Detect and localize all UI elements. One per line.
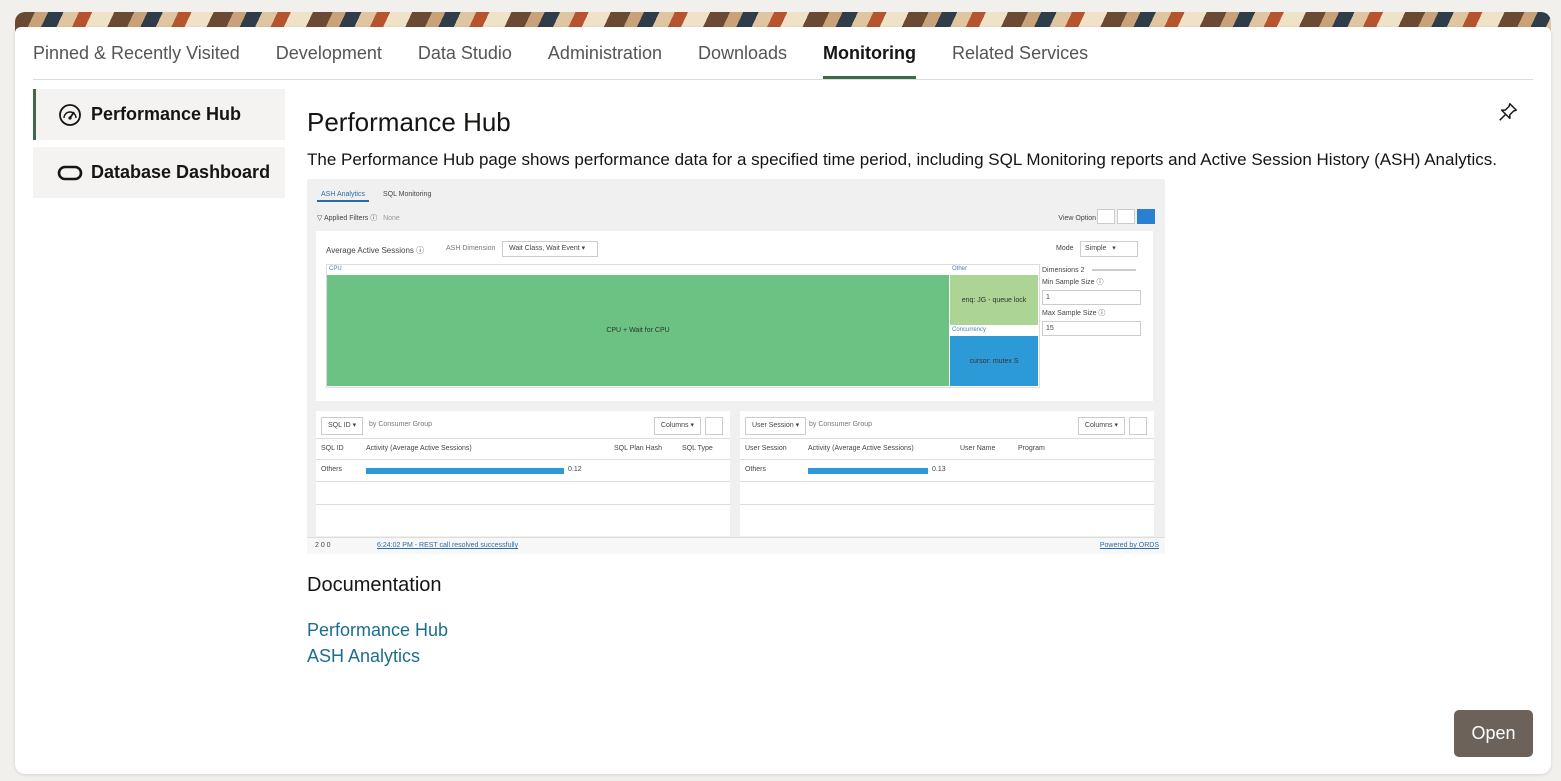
table-row: Others 0.12 — [316, 459, 730, 482]
launchpad-card: Pinned & Recently Visited Development Da… — [15, 27, 1551, 774]
preview-left-selector: SQL ID ▾ — [321, 417, 364, 435]
documentation-heading: Documentation — [307, 574, 442, 596]
preview-view-buttons — [1097, 209, 1155, 224]
main-content: Performance Hub The Performance Hub page… — [307, 89, 1537, 669]
preview-max-sample-text: Max Sample Size — [1042, 310, 1097, 317]
preview-screenshot: ASH Analytics SQL Monitoring ▽ Applied F… — [307, 179, 1165, 554]
open-button[interactable]: Open — [1454, 710, 1533, 757]
row-value: 0.13 — [932, 466, 946, 473]
preview-aas-panel: Average Active Sessions ⓘ ASH Dimension … — [316, 231, 1153, 401]
th: SQL Plan Hash — [614, 445, 662, 452]
preview-max-sample-label: Max Sample Size ⓘ — [1042, 310, 1106, 317]
table-row-empty — [740, 482, 1154, 505]
preview-view-option-label: View Option — [1058, 215, 1097, 222]
preview-min-sample-label: Min Sample Size ⓘ — [1042, 279, 1104, 286]
preview-dimensions-label: Dimensions — [1042, 267, 1079, 274]
th: Activity (Average Active Sessions) — [808, 445, 914, 452]
tab-downloads[interactable]: Downloads — [698, 43, 787, 79]
sidebar-item-label: Performance Hub — [91, 104, 242, 124]
table-row-empty — [316, 482, 730, 505]
preview-left-selector-text: SQL ID — [328, 422, 351, 429]
preview-right-selector: User Session ▾ — [745, 417, 807, 435]
pin-icon[interactable] — [1497, 101, 1521, 125]
preview-right-selector-text: User Session — [752, 422, 794, 429]
tab-development[interactable]: Development — [276, 43, 382, 79]
page-description: The Performance Hub page shows performan… — [307, 150, 1497, 169]
preview-dimensions-value: 2 — [1080, 267, 1085, 274]
preview-footer: 2 0 0 6:24:02 PM - REST call resolved su… — [307, 537, 1165, 554]
th: Program — [1018, 445, 1045, 452]
preview-mode-select: Simple ▾ — [1080, 241, 1138, 257]
th: Activity (Average Active Sessions) — [366, 445, 472, 452]
treemap-concurrency-label: Concurrency — [952, 327, 987, 333]
preview-right-by: by Consumer Group — [809, 421, 873, 428]
tab-data-studio[interactable]: Data Studio — [418, 43, 512, 79]
oracle-ring-icon — [57, 160, 83, 186]
preview-tab-ash: ASH Analytics — [317, 189, 369, 202]
preview-ash-dimension-select: Wait Class, Wait Event ▾ — [502, 241, 598, 257]
preview-left-by: by Consumer Group — [369, 421, 433, 428]
sidebar-item-performance-hub[interactable]: Performance Hub — [33, 89, 285, 140]
treemap-cpu-label: CPU — [329, 266, 342, 272]
expand-icon — [1129, 417, 1147, 435]
preview-right-table: User Session ▾ by Consumer Group Columns… — [740, 411, 1154, 536]
activity-bar — [808, 468, 928, 474]
th: SQL ID — [321, 445, 344, 452]
preview-panel-title-text: Average Active Sessions — [326, 246, 414, 255]
preview-panel-title: Average Active Sessions ⓘ — [326, 246, 425, 255]
tab-related-services[interactable]: Related Services — [952, 43, 1088, 79]
preview-left-columns-text: Columns — [660, 422, 689, 429]
doc-links: Performance Hub ASH Analytics — [307, 617, 1537, 669]
preview-treemap-controls: Dimensions 2 Min Sample Size ⓘ 1 Max Sam… — [1042, 267, 1142, 339]
gauge-icon — [57, 102, 83, 128]
preview-left-table: SQL ID ▾ by Consumer Group Columns ▾ SQL… — [316, 411, 730, 536]
preview-tab-sql: SQL Monitoring — [382, 191, 432, 198]
preview-mode-label: Mode — [1056, 245, 1074, 252]
preview-toolbar: ASH Analytics SQL Monitoring ▽ Applied F… — [307, 179, 1165, 229]
preview-mode-value: Simple — [1085, 245, 1107, 252]
th: User Session — [745, 445, 787, 452]
preview-footer-counts: 2 0 0 — [315, 542, 331, 549]
preview-filters-label: Applied Filters — [323, 215, 369, 222]
expand-icon — [705, 417, 723, 435]
treemap-cpu-cell: CPU + Wait for CPU — [327, 275, 949, 386]
tab-bar: Pinned & Recently Visited Development Da… — [33, 27, 1533, 80]
table-row: Others 0.13 — [740, 459, 1154, 482]
treemap-concurrency-cell: cursor: mutex S — [950, 336, 1038, 386]
sidebar-item-label: Database Dashboard — [91, 162, 271, 182]
doc-link-performance-hub[interactable]: Performance Hub — [307, 617, 1537, 643]
preview-left-columns: Columns ▾ — [653, 417, 701, 435]
tab-monitoring[interactable]: Monitoring — [823, 43, 917, 79]
preview-footer-powered: Powered by ORDS — [1099, 542, 1159, 549]
row-value: 0.12 — [568, 466, 582, 473]
preview-right-columns-text: Columns — [1084, 422, 1113, 429]
preview-filters-value: None — [383, 215, 400, 222]
preview-ash-dimension-value: Wait Class, Wait Event — [509, 245, 580, 252]
th: SQL Type — [682, 445, 713, 452]
preview-min-sample-text: Min Sample Size — [1042, 279, 1095, 286]
preview-right-columns: Columns ▾ — [1077, 417, 1125, 435]
preview-dimensions: Dimensions 2 — [1042, 267, 1142, 274]
treemap-other-label: Other — [952, 266, 968, 272]
treemap-other-cell: enq: JG - queue lock — [950, 275, 1038, 325]
preview-max-sample-input: 15 — [1042, 321, 1141, 336]
preview-filters: ▽ Applied Filters ⓘ None — [317, 215, 400, 222]
preview-treemap: CPU CPU + Wait for CPU Other enq: JG - q… — [326, 264, 1040, 388]
row-label: Others — [745, 466, 767, 473]
doc-link-ash-analytics[interactable]: ASH Analytics — [307, 643, 1537, 669]
preview-footer-msg: 6:24:02 PM - REST call resolved successf… — [377, 542, 519, 549]
tab-administration[interactable]: Administration — [548, 43, 662, 79]
preview-min-sample-input: 1 — [1042, 290, 1141, 305]
page-title: Performance Hub — [307, 107, 511, 137]
row-label: Others — [321, 466, 343, 473]
activity-bar — [366, 468, 564, 474]
tab-pinned[interactable]: Pinned & Recently Visited — [33, 43, 240, 79]
sidebar: Performance Hub Database Dashboard — [33, 89, 285, 205]
preview-ash-dimension-label: ASH Dimension — [446, 245, 496, 252]
th: User Name — [960, 445, 996, 452]
sidebar-item-database-dashboard[interactable]: Database Dashboard — [33, 147, 285, 198]
